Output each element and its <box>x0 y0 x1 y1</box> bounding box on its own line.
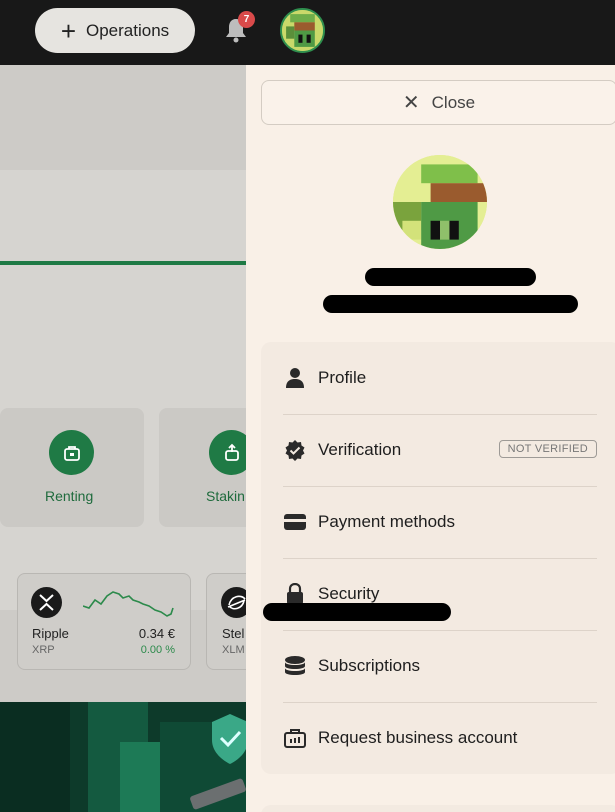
background-page: Renting Stakin Ripple XRP 0.34 € 0.00 % … <box>0 65 246 812</box>
renting-label: Renting <box>45 488 94 504</box>
coin-name: Ripple <box>32 626 69 641</box>
verified-badge-icon <box>283 438 307 462</box>
redacted-email <box>323 295 578 313</box>
promo-banner-illustration <box>0 702 246 812</box>
notification-count-badge: 7 <box>238 11 255 28</box>
staking-label: Stakin <box>206 488 245 504</box>
profile-avatar <box>393 155 487 249</box>
operations-button[interactable]: + Operations <box>35 8 195 53</box>
avatar-pixel-art <box>393 155 487 249</box>
menu-item-label: Verification <box>318 440 402 459</box>
menu-item-label: Payment methods <box>318 512 456 531</box>
avatar-pixel-art <box>282 10 323 51</box>
staking-icon <box>209 430 246 475</box>
coin-symbol: XLM <box>222 644 245 656</box>
coin-name: Stel <box>222 626 245 641</box>
redacted-security-detail <box>263 603 451 621</box>
menu-item-verification[interactable]: Verification NOT VERIFIED <box>283 414 597 486</box>
menu-item-label: Subscriptions <box>318 656 421 675</box>
user-icon <box>283 366 307 390</box>
background-card <box>0 170 246 610</box>
coin-symbol: XRP <box>32 644 55 656</box>
coins-stack-icon <box>283 654 307 678</box>
menu-item-label: Security <box>318 584 380 603</box>
close-label: Close <box>431 92 476 112</box>
account-side-panel: ✕ Close Profile Verification NOT VERIFIE… <box>246 65 615 812</box>
coin-change: 0.00 % <box>140 644 175 656</box>
menu-item-request-business-account[interactable]: Request business account <box>283 702 597 774</box>
operations-label: Operations <box>86 20 170 40</box>
renting-icon <box>49 430 94 475</box>
close-button[interactable]: ✕ Close <box>261 80 615 125</box>
promo-banner[interactable] <box>0 702 246 812</box>
card-icon <box>283 510 307 534</box>
menu-item-subscriptions[interactable]: Subscriptions <box>283 630 597 702</box>
ripple-sparkline <box>83 591 174 617</box>
panel-next-section <box>261 805 615 812</box>
close-icon: ✕ <box>402 92 420 114</box>
renting-tile[interactable]: Renting <box>0 408 144 527</box>
coin-card-ripple[interactable]: Ripple XRP 0.34 € 0.00 % <box>17 573 191 670</box>
stellar-icon <box>221 587 246 618</box>
coin-price: 0.34 € <box>138 626 175 641</box>
plus-icon: + <box>60 15 76 46</box>
menu-item-profile[interactable]: Profile <box>283 342 597 414</box>
background-progress-line <box>0 261 246 265</box>
top-bar: + Operations 7 <box>0 0 615 65</box>
ripple-icon <box>31 587 62 618</box>
staking-tile[interactable]: Stakin <box>159 408 246 527</box>
redacted-username <box>365 268 536 286</box>
menu-item-label: Profile <box>318 368 367 387</box>
briefcase-icon <box>283 726 307 750</box>
verification-status-badge: NOT VERIFIED <box>498 440 597 458</box>
menu-item-label: Request business account <box>318 728 518 747</box>
account-menu: Profile Verification NOT VERIFIED Paymen… <box>261 342 615 774</box>
coin-card-stellar[interactable]: Stel XLM <box>206 573 246 670</box>
menu-item-payment-methods[interactable]: Payment methods <box>283 486 597 558</box>
user-avatar-button[interactable] <box>280 8 325 53</box>
